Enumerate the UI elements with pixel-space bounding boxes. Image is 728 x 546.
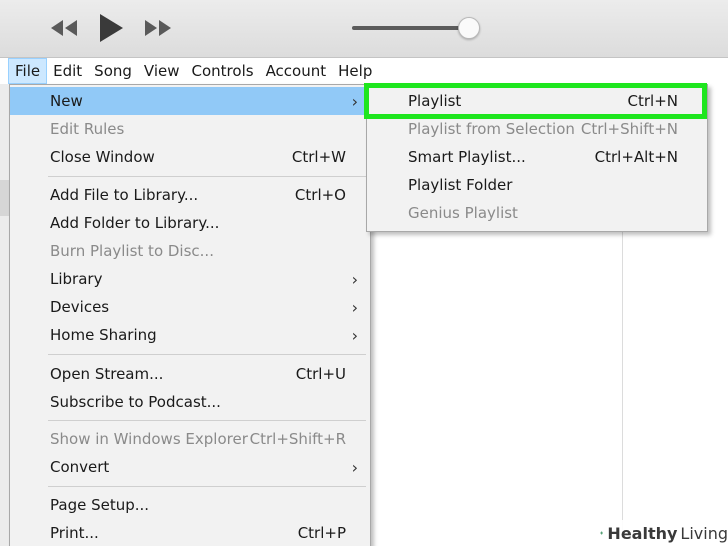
volume-slider-thumb[interactable] bbox=[458, 17, 480, 39]
menu-separator bbox=[48, 486, 366, 487]
menu-item-add-file[interactable]: Add File to Library... Ctrl+O bbox=[10, 181, 370, 209]
menu-item-subscribe-podcast[interactable]: Subscribe to Podcast... bbox=[10, 388, 370, 416]
menu-view[interactable]: View bbox=[138, 58, 186, 84]
menu-item-open-stream[interactable]: Open Stream... Ctrl+U bbox=[10, 360, 370, 388]
menu-item-shortcut: Ctrl+P bbox=[297, 524, 346, 542]
watermark-text: Living bbox=[680, 523, 728, 543]
chevron-right-icon: › bbox=[351, 269, 358, 289]
submenu-item-playlist-from-selection: Playlist from Selection Ctrl+Shift+N bbox=[367, 115, 707, 143]
watermark: Healthy Living bbox=[596, 520, 728, 546]
menu-item-add-folder[interactable]: Add Folder to Library... bbox=[10, 209, 370, 237]
menu-item-home-sharing[interactable]: Home Sharing › bbox=[10, 321, 370, 349]
menu-item-shortcut: Ctrl+Shift+R bbox=[249, 430, 346, 448]
sidebar-selected-edge bbox=[0, 180, 9, 216]
menu-item-page-setup[interactable]: Page Setup... bbox=[10, 491, 370, 519]
menu-item-shortcut: Ctrl+W bbox=[291, 148, 346, 166]
menu-item-shortcut: Ctrl+Shift+N bbox=[580, 120, 678, 138]
menu-item-label: Convert bbox=[50, 458, 110, 476]
menu-item-show-in-explorer: Show in Windows Explorer Ctrl+Shift+R bbox=[10, 425, 370, 453]
menu-file[interactable]: File bbox=[8, 58, 48, 84]
menu-item-burn-playlist: Burn Playlist to Disc... bbox=[10, 237, 370, 265]
menu-item-shortcut: Ctrl+U bbox=[295, 365, 346, 383]
menu-song[interactable]: Song bbox=[88, 58, 138, 84]
menu-item-close-window[interactable]: Close Window Ctrl+W bbox=[10, 143, 370, 171]
menu-edit[interactable]: Edit bbox=[47, 58, 88, 84]
menu-item-label: Edit Rules bbox=[50, 120, 125, 138]
menu-separator bbox=[48, 176, 366, 177]
chevron-right-icon: › bbox=[351, 297, 358, 317]
menu-separator bbox=[48, 354, 366, 355]
menu-item-label: New bbox=[50, 92, 83, 110]
plus-cross-icon bbox=[600, 531, 604, 535]
rewind-button[interactable] bbox=[48, 16, 80, 40]
play-button[interactable] bbox=[96, 12, 126, 44]
menu-controls[interactable]: Controls bbox=[186, 58, 260, 84]
menu-item-library[interactable]: Library › bbox=[10, 265, 370, 293]
menu-item-label: Add Folder to Library... bbox=[50, 214, 220, 232]
file-menu: New › Edit Rules Close Window Ctrl+W Add… bbox=[9, 84, 371, 546]
menu-item-label: Subscribe to Podcast... bbox=[50, 393, 221, 411]
submenu-item-genius-playlist: Genius Playlist bbox=[367, 199, 707, 227]
menu-item-label: Library bbox=[50, 270, 103, 288]
new-submenu: Playlist Ctrl+N Playlist from Selection … bbox=[366, 84, 708, 232]
menu-help[interactable]: Help bbox=[332, 58, 378, 84]
chevron-right-icon: › bbox=[351, 457, 358, 477]
submenu-item-playlist-folder[interactable]: Playlist Folder bbox=[367, 171, 707, 199]
menu-separator bbox=[48, 420, 366, 421]
menu-item-print[interactable]: Print... Ctrl+P bbox=[10, 519, 370, 546]
menu-account[interactable]: Account bbox=[260, 58, 333, 84]
menu-item-shortcut: Ctrl+O bbox=[294, 186, 346, 204]
volume-slider-track[interactable] bbox=[352, 26, 470, 30]
menu-item-edit-rules: Edit Rules bbox=[10, 115, 370, 143]
submenu-item-smart-playlist[interactable]: Smart Playlist... Ctrl+Alt+N bbox=[367, 143, 707, 171]
chevron-right-icon: › bbox=[351, 325, 358, 345]
menu-item-label: Playlist Folder bbox=[408, 176, 513, 194]
chevron-right-icon: › bbox=[351, 91, 358, 111]
menu-item-new[interactable]: New › bbox=[10, 87, 370, 115]
menu-item-convert[interactable]: Convert › bbox=[10, 453, 370, 481]
fast-forward-button[interactable] bbox=[142, 16, 174, 40]
rewind-icon bbox=[51, 20, 77, 36]
menu-item-label: Home Sharing bbox=[50, 326, 157, 344]
player-toolbar bbox=[0, 0, 728, 58]
sidebar-edge bbox=[0, 84, 9, 546]
column-divider bbox=[622, 232, 623, 532]
menu-item-label: Page Setup... bbox=[50, 496, 150, 514]
menu-item-label: Burn Playlist to Disc... bbox=[50, 242, 214, 260]
menu-item-label: Devices bbox=[50, 298, 110, 316]
menu-item-shortcut: Ctrl+N bbox=[627, 92, 678, 110]
menu-bar: File Edit Song View Controls Account Hel… bbox=[0, 58, 728, 84]
submenu-item-playlist[interactable]: Playlist Ctrl+N bbox=[367, 87, 707, 115]
menu-item-devices[interactable]: Devices › bbox=[10, 293, 370, 321]
menu-item-label: Genius Playlist bbox=[408, 204, 518, 222]
menu-item-shortcut: Ctrl+Alt+N bbox=[594, 148, 678, 166]
watermark-text-bold: Healthy bbox=[607, 523, 678, 543]
fast-forward-icon bbox=[145, 20, 171, 36]
play-icon bbox=[100, 14, 123, 42]
